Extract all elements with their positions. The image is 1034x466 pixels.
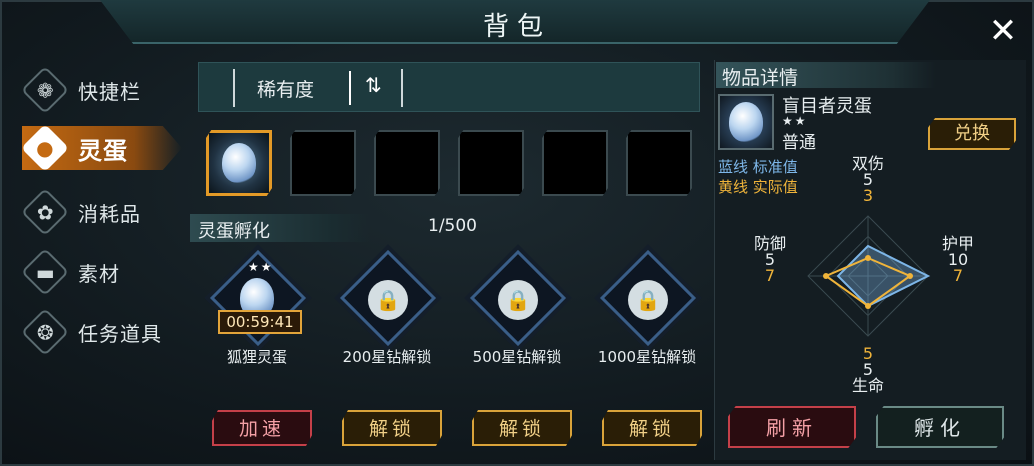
detail-item-icon	[718, 94, 774, 150]
nav-item-2[interactable]: ✿ 消耗品	[20, 187, 182, 237]
egg-slot[interactable]	[542, 130, 608, 196]
egg-slot[interactable]	[626, 130, 692, 196]
sort-icon[interactable]: ⇅	[365, 73, 382, 97]
nav-item-3[interactable]: ▬ 素材	[20, 247, 182, 297]
radar-point	[865, 255, 871, 261]
radar-stat-3: 防御 5 7	[740, 236, 800, 284]
incubator-timer: 00:59:41	[218, 310, 302, 334]
material-icon: ▬	[20, 247, 70, 297]
radar-standard-series	[836, 244, 931, 308]
incubator-button[interactable]: 解锁	[602, 410, 702, 446]
refresh-button[interactable]: 刷新	[728, 406, 856, 448]
incubator-name: 200星钻解锁	[342, 348, 432, 366]
incubator-count: 1/500	[428, 216, 477, 236]
window-title: 背包	[482, 12, 551, 42]
incubator-name: 500星钻解锁	[472, 348, 562, 366]
lock-icon: 🔒	[628, 280, 668, 320]
incubator-button[interactable]: 解锁	[472, 410, 572, 446]
quest-icon: ❂	[20, 307, 70, 357]
nav-label: 快捷栏	[78, 79, 141, 104]
radar-actual-value: 7	[764, 266, 776, 285]
egg-icon	[222, 143, 256, 183]
radar-point	[907, 273, 913, 279]
nav-item-1[interactable]: ● 灵蛋	[22, 126, 182, 170]
lock-icon: 🔒	[368, 280, 408, 320]
egg-icon	[729, 102, 763, 142]
close-icon[interactable]: ✕	[985, 14, 1021, 50]
nav-label: 素材	[78, 261, 120, 286]
nav-label: 任务道具	[78, 321, 162, 346]
egg-slot[interactable]	[206, 130, 272, 196]
hatch-button[interactable]: 孵化	[876, 406, 1004, 448]
exchange-button[interactable]: 兑换	[928, 118, 1016, 150]
sort-label: 稀有度	[257, 79, 315, 101]
nav-label: 消耗品	[78, 201, 141, 226]
flower-icon: ❁	[20, 65, 70, 115]
incubator-name: 狐狸灵蛋	[226, 348, 287, 366]
egg-slot[interactable]	[374, 130, 440, 196]
egg-slot[interactable]	[458, 130, 524, 196]
radar-stat-0: 双伤 5 3	[838, 156, 898, 204]
detail-item-rarity: 普通	[782, 133, 816, 153]
lock-icon: 🔒	[498, 280, 538, 320]
radar-label-value: 生命	[851, 376, 884, 395]
legend-standard: 蓝线 标准值	[718, 158, 798, 176]
egg-icon: ●	[22, 126, 70, 170]
incubator-slot[interactable]: 🔒 200星钻解锁	[332, 249, 442, 366]
sort-divider	[349, 71, 351, 105]
legend-actual: 黄线 实际值	[718, 178, 798, 196]
potion-icon: ✿	[20, 187, 70, 237]
nav-label: 灵蛋	[78, 136, 128, 165]
radar-stat-1: 护甲 10 7	[928, 236, 988, 284]
radar-point	[823, 273, 829, 279]
incubator-stars: ★★	[248, 260, 274, 274]
radar-stat-2: 5 5 生命	[838, 346, 898, 394]
radar-actual-value: 7	[952, 266, 964, 285]
nav-item-4[interactable]: ❂ 任务道具	[20, 307, 182, 357]
incubator-title: 灵蛋孵化	[190, 214, 370, 242]
egg-slot[interactable]	[290, 130, 356, 196]
incubator-slot[interactable]: 🔒 1000星钻解锁	[592, 249, 702, 366]
stat-radar-chart	[807, 215, 931, 337]
detail-item-stars: ★★	[782, 114, 808, 128]
incubator-button[interactable]: 解锁	[342, 410, 442, 446]
radar-actual-value: 3	[862, 186, 874, 205]
sort-bar[interactable]: 稀有度 ⇅	[198, 62, 700, 112]
nav-item-0[interactable]: ❁ 快捷栏	[20, 65, 182, 115]
incubator-name: 1000星钻解锁	[597, 348, 697, 366]
detail-title: 物品详情	[716, 62, 936, 89]
radar-point	[865, 303, 871, 309]
incubator-button[interactable]: 加速	[212, 410, 312, 446]
incubator-slot[interactable]: 🔒 500星钻解锁	[462, 249, 572, 366]
